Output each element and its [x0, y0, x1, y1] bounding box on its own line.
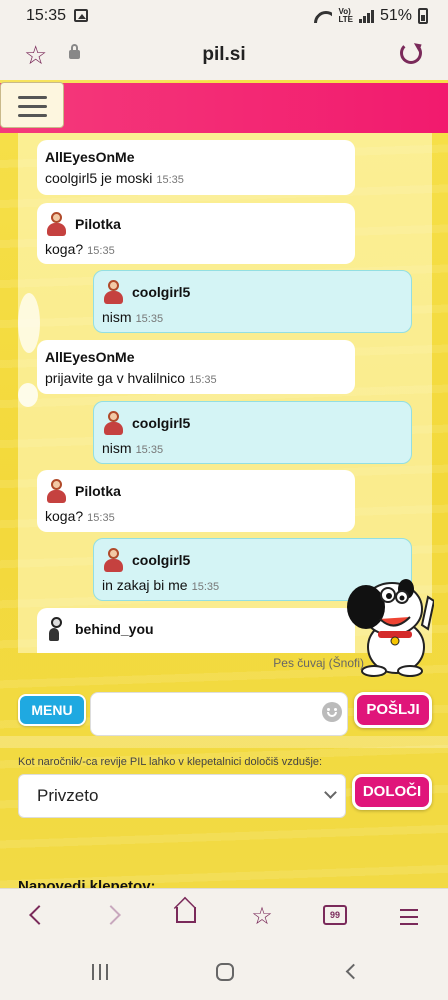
- message-text: in zakaj bi me: [102, 577, 188, 593]
- battery-percent: 51%: [379, 7, 412, 24]
- hamburger-menu-button[interactable]: [0, 82, 64, 128]
- status-right: Vo) LTE 51%: [314, 7, 428, 25]
- chat-message: behind_you: [37, 608, 355, 653]
- back-icon[interactable]: [29, 905, 49, 925]
- message-text: nism: [102, 309, 132, 325]
- message-time: 15:35: [135, 313, 164, 325]
- browser-bottom-nav: ☆ 99: [0, 888, 448, 944]
- image-notification-icon: [74, 9, 88, 22]
- tabs-icon[interactable]: 99: [323, 905, 347, 925]
- mood-select[interactable]: Privzeto: [18, 774, 346, 818]
- message-input[interactable]: [90, 692, 348, 736]
- background-decoration: [18, 383, 38, 407]
- web-page: AllEyesOnMe coolgirl5 je moski 15:35 Pilo…: [0, 80, 448, 888]
- chat-message: Pilotka koga? 15:35: [37, 470, 355, 532]
- chat-message-own: coolgirl5 nism 15:35: [93, 401, 412, 464]
- dark-avatar-icon[interactable]: [45, 616, 69, 642]
- home-icon[interactable]: [176, 907, 196, 923]
- chevron-down-icon: [324, 786, 337, 799]
- system-back-icon[interactable]: [345, 963, 362, 980]
- signal-icon: [358, 9, 374, 23]
- message-text: prijavite ga v hvalilnico: [45, 370, 186, 386]
- url-text[interactable]: pil.si: [0, 44, 448, 66]
- url-bar: ☆ pil.si: [0, 32, 448, 80]
- message-username[interactable]: coolgirl5: [132, 552, 190, 568]
- girl-avatar-icon[interactable]: [102, 547, 126, 573]
- bookmarks-star-icon[interactable]: ☆: [248, 903, 276, 931]
- message-username[interactable]: AllEyesOnMe: [45, 149, 134, 165]
- message-time: 15:35: [135, 444, 164, 456]
- message-username[interactable]: AllEyesOnMe: [45, 349, 134, 365]
- message-username[interactable]: Pilotka: [75, 483, 121, 499]
- recents-icon[interactable]: [92, 964, 110, 980]
- wifi-icon: [314, 9, 332, 23]
- section-title: Napovedi klepetov:: [18, 878, 156, 888]
- chat-message-own: coolgirl5 nism 15:35: [93, 270, 412, 333]
- chat-message: Pilotka koga? 15:35: [37, 203, 355, 264]
- system-home-icon[interactable]: [216, 963, 234, 981]
- chat-message: AllEyesOnMe prijavite ga v hvalilnico 15:…: [37, 340, 355, 394]
- message-time: 15:35: [87, 512, 115, 524]
- girl-avatar-icon[interactable]: [45, 478, 69, 504]
- mood-note: Kot naročnik/-ca revije PIL lahko v klep…: [18, 756, 323, 768]
- message-username[interactable]: coolgirl5: [132, 415, 190, 431]
- background-decoration: [0, 736, 448, 748]
- message-time: 15:35: [156, 174, 184, 186]
- status-bar: 15:35 Vo) LTE 51%: [0, 0, 448, 32]
- set-mood-button[interactable]: DOLOČI: [352, 774, 432, 810]
- message-text: koga?: [45, 508, 84, 524]
- background-decoration: [18, 293, 40, 353]
- message-username[interactable]: Pilotka: [75, 216, 121, 232]
- site-header: [0, 83, 448, 133]
- girl-avatar-icon[interactable]: [45, 211, 69, 237]
- message-text: koga?: [45, 241, 84, 257]
- message-username[interactable]: behind_you: [75, 621, 154, 637]
- forward-icon[interactable]: [101, 905, 121, 925]
- message-time: 15:35: [189, 374, 217, 386]
- lte-icon: Vo) LTE: [338, 7, 353, 24]
- message-time: 15:35: [87, 245, 115, 257]
- status-time: 15:35: [26, 7, 67, 24]
- mascot-caption: Pes čuvaj (Šnofi): [273, 656, 364, 670]
- chat-menu-button[interactable]: MENU: [18, 694, 86, 726]
- message-text: coolgirl5 je moski: [45, 170, 153, 186]
- message-username[interactable]: coolgirl5: [132, 284, 190, 300]
- battery-icon: [418, 8, 428, 24]
- mood-select-value: Privzeto: [37, 786, 99, 805]
- girl-avatar-icon[interactable]: [102, 410, 126, 436]
- girl-avatar-icon[interactable]: [102, 279, 126, 305]
- message-text: nism: [102, 440, 132, 456]
- message-time: 15:35: [191, 581, 220, 593]
- reload-icon[interactable]: [400, 42, 422, 64]
- system-nav-bar: [0, 944, 448, 1000]
- send-button[interactable]: POŠLJI: [354, 692, 432, 728]
- emoji-icon[interactable]: [322, 702, 342, 722]
- chat-message: AllEyesOnMe coolgirl5 je moski 15:35: [37, 140, 355, 195]
